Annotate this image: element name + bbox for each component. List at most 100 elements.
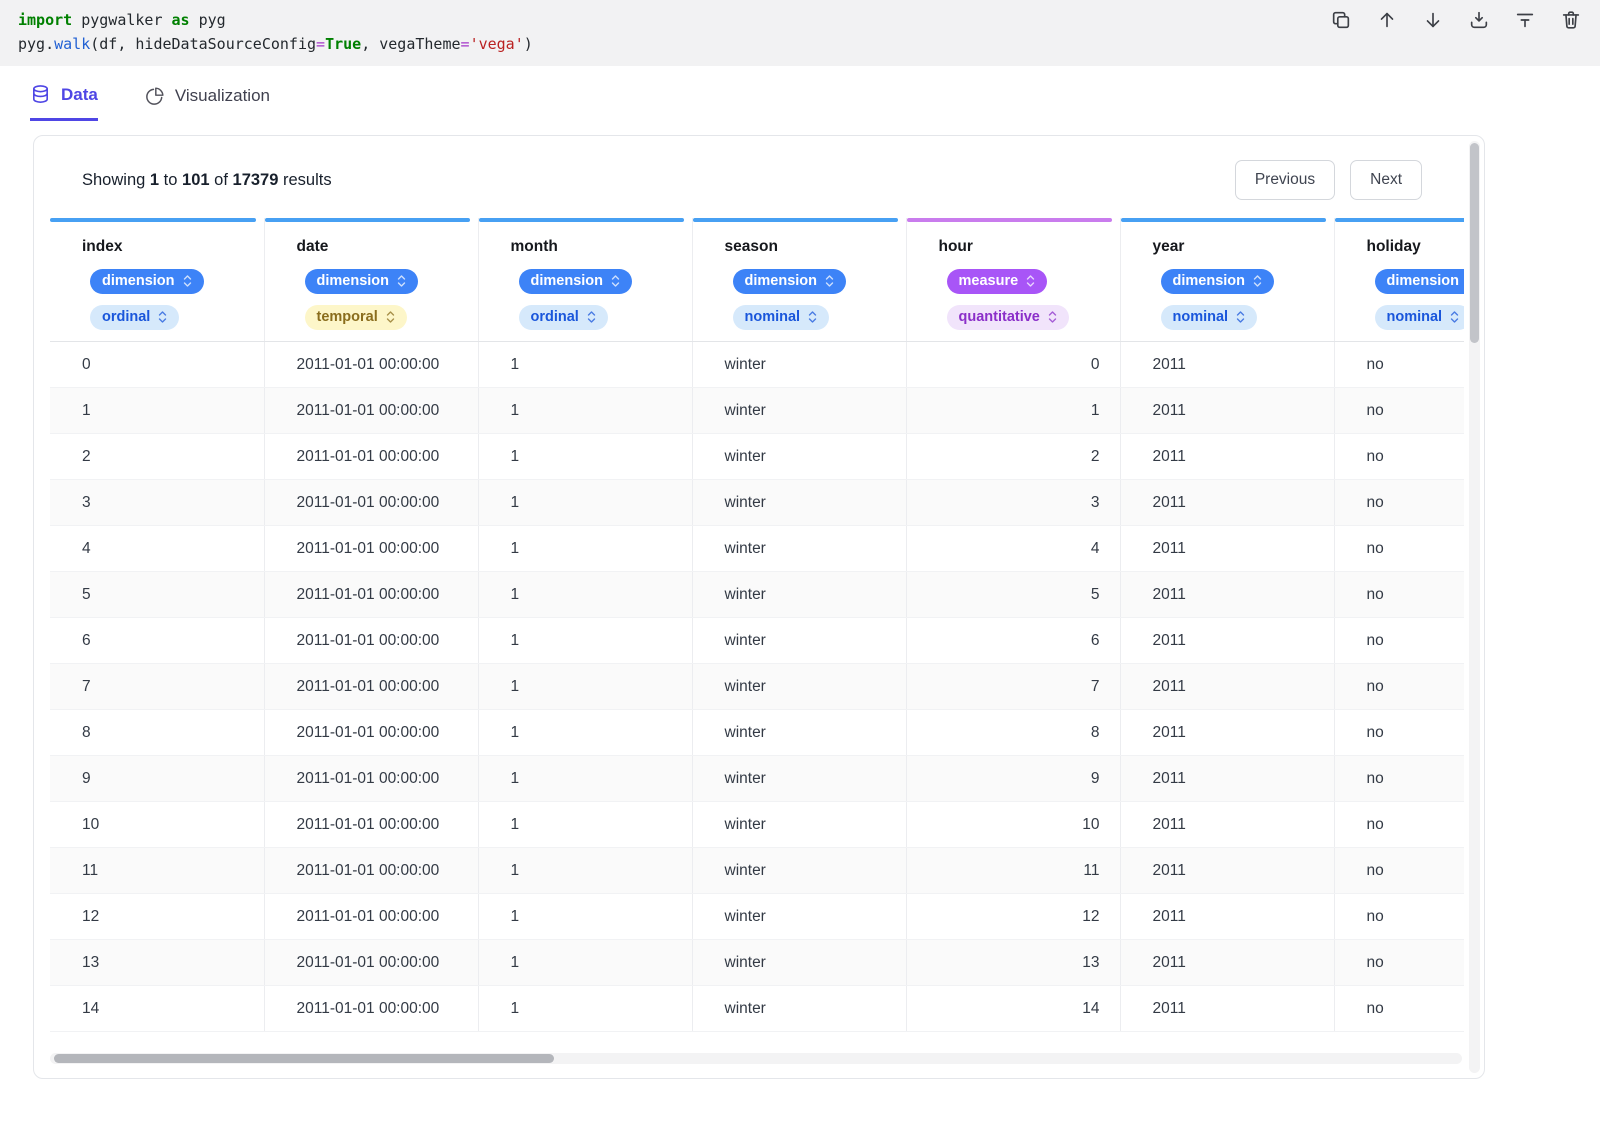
results-text: of (214, 170, 228, 189)
table-cell: 11 (50, 847, 265, 894)
table-cell: winter (692, 663, 907, 710)
results-text: Showing (82, 170, 146, 189)
table-cell: 2011 (1120, 801, 1335, 848)
semantic-role-pill[interactable]: dimension (1374, 269, 1464, 294)
tab-label: Visualization (174, 86, 270, 105)
cell-toolbar (1328, 7, 1584, 33)
table-cell: 3 (50, 479, 265, 526)
table-cell: 2 (906, 433, 1121, 480)
table-row: 8 2011-01-01 00:00:00 1 winter 8 2011 no (50, 709, 1464, 756)
table-cell: 2011 (1120, 663, 1335, 710)
table-cell: 10 (906, 801, 1121, 848)
semantic-role-pill[interactable]: measure (946, 269, 1048, 294)
tab-visualization[interactable]: Visualization (144, 84, 270, 121)
table-cell: 2011-01-01 00:00:00 (264, 709, 479, 756)
semantic-role-pill[interactable]: dimension (732, 269, 847, 294)
data-type-pill[interactable]: nominal (732, 305, 830, 330)
table-cell: 2011-01-01 00:00:00 (264, 801, 479, 848)
table-cell: 1 (478, 709, 693, 756)
code-token: (df, hideDataSourceConfig (90, 35, 317, 53)
table-cell: 2011 (1120, 617, 1335, 664)
arrow-down-icon (1426, 12, 1440, 28)
results-text: to (163, 170, 178, 189)
table-cell: 2011-01-01 00:00:00 (264, 479, 479, 526)
delete-cell-button[interactable] (1558, 7, 1584, 33)
next-button[interactable]: Next (1350, 160, 1422, 200)
data-type-pill[interactable]: ordinal (90, 305, 180, 330)
semantic-role-pill[interactable]: dimension (90, 269, 204, 294)
semantic-role-row: dimension (304, 269, 478, 294)
tab-data[interactable]: Data (30, 84, 98, 121)
table-cell: no (1334, 847, 1464, 894)
table-cell: 0 (50, 341, 265, 388)
code-token: 'vega' (469, 35, 524, 53)
table-cell: 1 (478, 617, 693, 664)
code-cell[interactable]: import pygwalker as pyg pyg.walk(df, hide… (0, 0, 1600, 66)
semantic-role-pill[interactable]: dimension (304, 269, 419, 294)
data-type-pill[interactable]: temporal (304, 305, 407, 330)
copy-cell-button[interactable] (1328, 7, 1354, 33)
code-token: pygwalker (72, 11, 172, 29)
move-cell-up-button[interactable] (1374, 7, 1400, 33)
table-cell: no (1334, 755, 1464, 802)
table-cell: winter (692, 479, 907, 526)
column-accent-bar (692, 218, 898, 222)
filter-cell-button[interactable] (1512, 7, 1538, 33)
table-cell: winter (692, 801, 907, 848)
card-header: Showing 1 to 101 of 17379 results Previo… (34, 136, 1484, 218)
table-cell: winter (692, 755, 907, 802)
data-table: index dimension ordinal date dimension tempor… (50, 218, 1464, 1032)
table-cell: 2011 (1120, 571, 1335, 618)
code-token: True (325, 35, 362, 53)
sort-chevron-icon (183, 275, 191, 287)
table-row: 3 2011-01-01 00:00:00 1 winter 3 2011 no (50, 479, 1464, 526)
save-cell-button[interactable] (1466, 7, 1492, 33)
table-cell: 1 (478, 801, 693, 848)
vertical-scrollbar[interactable] (1470, 143, 1479, 343)
table-cell: no (1334, 617, 1464, 664)
data-type-pill[interactable]: nominal (1374, 305, 1464, 330)
code-token: as (171, 11, 190, 29)
table-cell: winter (692, 525, 907, 572)
semantic-role-row: measure (946, 269, 1120, 294)
data-panel: Showing 1 to 101 of 17379 results Previo… (33, 135, 1485, 1079)
column-header-month: month dimension ordinal (478, 218, 693, 342)
table-cell: no (1334, 985, 1464, 1032)
semantic-role-pill[interactable]: dimension (1160, 269, 1275, 294)
column-accent-bar (1334, 218, 1464, 222)
previous-button[interactable]: Previous (1234, 160, 1336, 200)
table-cell: 2011 (1120, 985, 1335, 1032)
column-header-season: season dimension nominal (692, 218, 907, 342)
code-token: pyg. (18, 35, 55, 53)
data-type-pill[interactable]: nominal (1160, 305, 1258, 330)
table-cell: 2011 (1120, 847, 1335, 894)
table-cell: 2011-01-01 00:00:00 (264, 617, 479, 664)
table-row: 10 2011-01-01 00:00:00 1 winter 10 2011 no (50, 801, 1464, 848)
table-cell: 2011 (1120, 939, 1335, 986)
table-cell: 2011-01-01 00:00:00 (264, 341, 479, 388)
table-cell: 1 (478, 525, 693, 572)
move-cell-down-button[interactable] (1420, 7, 1446, 33)
column-accent-bar (478, 218, 684, 222)
table-cell: 0 (906, 341, 1121, 388)
horizontal-scrollbar[interactable] (54, 1054, 554, 1063)
results-summary: Showing 1 to 101 of 17379 results (82, 171, 332, 190)
column-header-hour: hour measure quantitative (906, 218, 1121, 342)
column-name: month (510, 238, 558, 255)
data-type-pill[interactable]: quantitative (946, 305, 1069, 330)
table-body: 0 2011-01-01 00:00:00 1 winter 0 2011 no 1 2011-… (50, 341, 1464, 1032)
data-type-row: temporal (304, 305, 478, 330)
copy-icon (1332, 11, 1350, 29)
column-name: index (82, 238, 123, 255)
column-name: holiday (1366, 238, 1421, 255)
table-row: 0 2011-01-01 00:00:00 1 winter 0 2011 no (50, 341, 1464, 388)
table-cell: 2011 (1120, 893, 1335, 940)
table-cell: winter (692, 985, 907, 1032)
semantic-role-pill[interactable]: dimension (518, 269, 633, 294)
code-token: = (460, 35, 470, 53)
table-cell: 2011 (1120, 525, 1335, 572)
data-type-pill[interactable]: ordinal (518, 305, 608, 330)
filter-icon (1516, 13, 1534, 28)
table-row: 12 2011-01-01 00:00:00 1 winter 12 2011 no (50, 893, 1464, 940)
table-cell: 1 (478, 479, 693, 526)
